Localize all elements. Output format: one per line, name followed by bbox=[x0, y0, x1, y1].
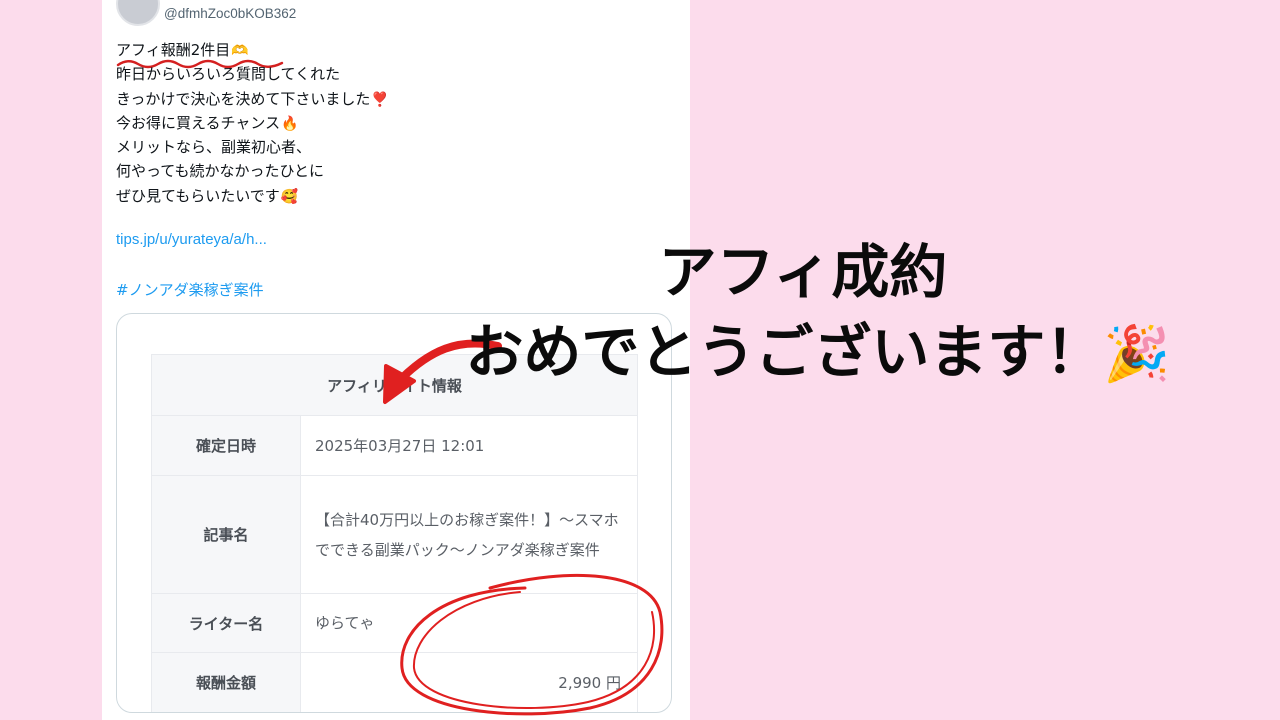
row-value: ゆらてゃ bbox=[300, 593, 638, 653]
table-row: 確定日時 2025年03月27日 12:01 bbox=[151, 415, 638, 476]
avatar[interactable] bbox=[116, 0, 160, 26]
row-label: 記事名 bbox=[151, 475, 301, 594]
row-label: 報酬金額 bbox=[151, 652, 301, 712]
hashtag-link[interactable]: #ノンアダ楽稼ぎ案件 bbox=[116, 279, 264, 300]
tips-link[interactable]: tips.jp/u/yurateya/a/h... bbox=[116, 231, 267, 248]
tweet-line-text: 何やっても続かなかったひとに bbox=[116, 162, 325, 181]
headline-line-1: アフィ成約 bbox=[658, 238, 948, 306]
tweet-line-text: ぜひ見てもらいたいです bbox=[116, 186, 280, 205]
tweet-line: きっかけで決心を決めて下さいました❣️ bbox=[116, 87, 586, 111]
tweet-line: メリットなら、副業初心者、 bbox=[116, 135, 586, 159]
table-row: 報酬金額 2,990 円 bbox=[151, 652, 638, 712]
tweet-line-text: 昨日からいろいろ質問してくれた bbox=[116, 65, 341, 84]
user-handle[interactable]: @dfmhZoc0bKOB362 bbox=[164, 6, 296, 21]
row-value: 【合計40万円以上のお稼ぎ案件！】〜スマホでできる副業パック〜ノンアダ楽稼ぎ案件 bbox=[300, 475, 638, 594]
table-row: ライター名 ゆらてゃ bbox=[151, 593, 638, 653]
tweet-text: アフィ報酬2件目🫶 昨日からいろいろ質問してくれた きっかけで決心を決めて下さい… bbox=[116, 38, 586, 208]
row-label: ライター名 bbox=[151, 593, 301, 653]
tweet-line: 昨日からいろいろ質問してくれた bbox=[116, 62, 586, 86]
tweet-line: アフィ報酬2件目🫶 bbox=[116, 38, 586, 69]
headline-line-2: おめでとうございます！🎉 bbox=[438, 312, 1198, 394]
fire-icon: 🔥 bbox=[281, 115, 299, 132]
tweet-line-text: メリットなら、副業初心者、 bbox=[116, 138, 312, 157]
affiliate-info-table: アフィリエイト情報 確定日時 2025年03月27日 12:01 記事名 【合計… bbox=[151, 354, 638, 712]
tweet-line: ぜひ見てもらいたいです🥰 bbox=[116, 184, 586, 208]
heart-exclamation-icon: ❣️ bbox=[371, 91, 389, 108]
smiling-hearts-emoji-icon: 🥰 bbox=[280, 188, 299, 205]
tweet-line: 今お得に買えるチャンス🔥 bbox=[116, 111, 586, 135]
congratulations-headline: アフィ成約 おめでとうございます！🎉 bbox=[465, 232, 1260, 394]
table-row: 記事名 【合計40万円以上のお稼ぎ案件！】〜スマホでできる副業パック〜ノンアダ楽… bbox=[151, 475, 638, 594]
tweet-line-text: 今お得に買えるチャンス bbox=[116, 113, 281, 132]
row-label: 確定日時 bbox=[151, 415, 301, 476]
tweet-line-text: きっかけで決心を決めて下さいました bbox=[116, 89, 371, 108]
headline-line-2-text: おめでとうございます！ bbox=[465, 318, 1104, 386]
tweet-line: 何やっても続かなかったひとに bbox=[116, 159, 586, 183]
row-value: 2025年03月27日 12:01 bbox=[300, 415, 638, 476]
reward-amount: 2,990 円 bbox=[300, 652, 638, 712]
party-popper-icon: 🎉 bbox=[1103, 322, 1171, 385]
